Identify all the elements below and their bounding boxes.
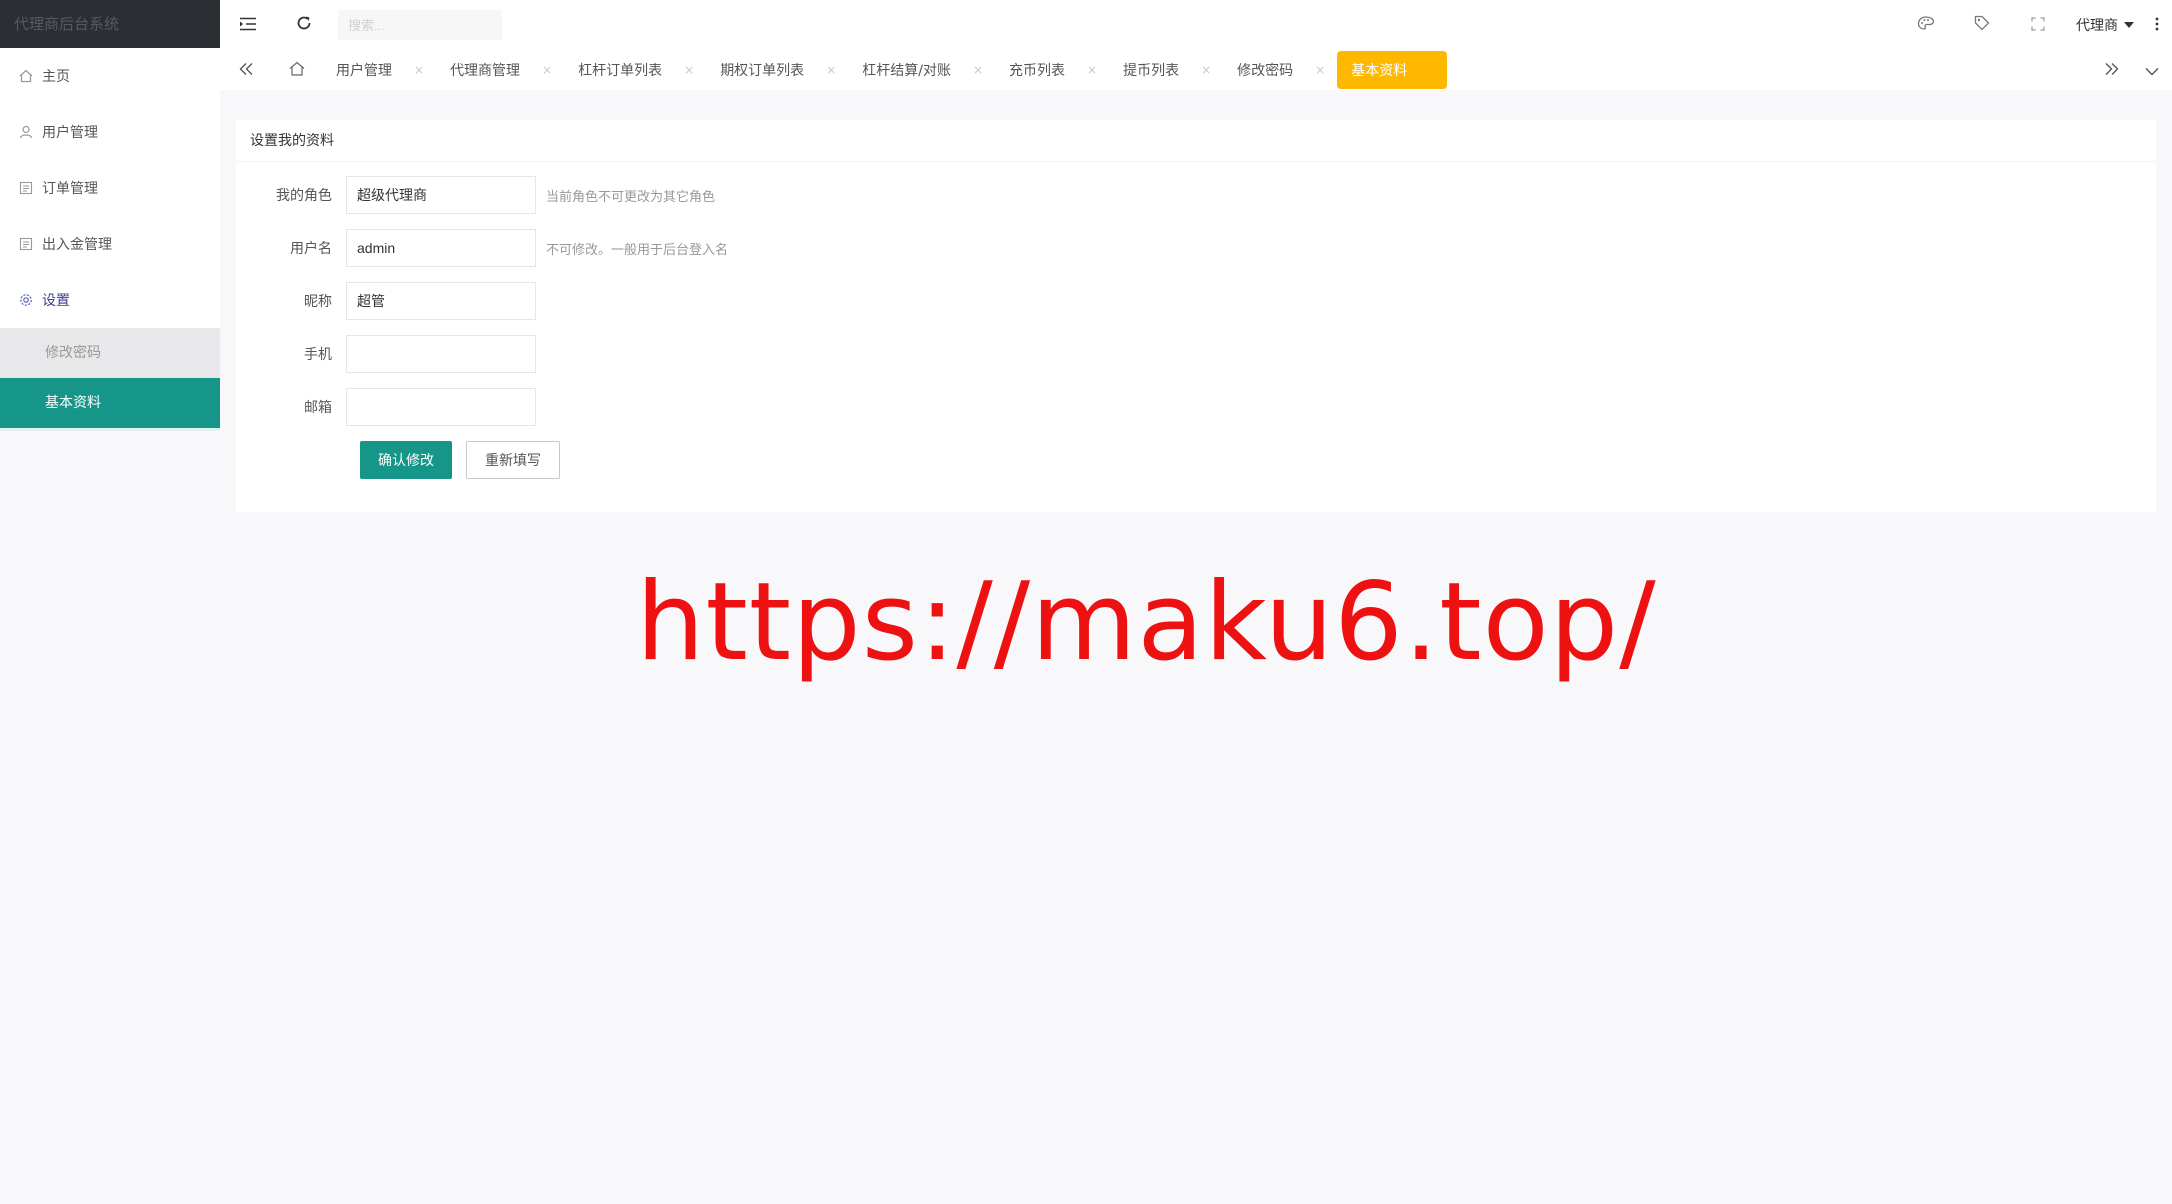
username-label: 用户名 xyxy=(290,241,332,257)
list-icon xyxy=(18,236,34,252)
close-icon[interactable]: × xyxy=(1315,63,1325,77)
tab-label: 用户管理 xyxy=(336,63,392,79)
top-header: 代理商 xyxy=(220,0,2172,50)
tab-label: 修改密码 xyxy=(1237,63,1294,79)
menu-fold-icon xyxy=(239,16,257,35)
tab-label: 提币列表 xyxy=(1123,63,1180,79)
search-input[interactable] xyxy=(338,10,502,40)
tab-change-password[interactable]: 修改密码 × xyxy=(1223,51,1337,89)
phone-field[interactable] xyxy=(346,335,536,373)
sidebar-item-change-password[interactable]: 修改密码 xyxy=(0,328,220,378)
tag-button[interactable] xyxy=(1954,0,2010,50)
sidebar-item-label: 出入金管理 xyxy=(42,237,112,253)
sidebar-item-basic-info[interactable]: 基本资料 xyxy=(0,378,220,428)
sidebar-item-users[interactable]: 用户管理 xyxy=(0,104,220,160)
submit-button[interactable]: 确认修改 xyxy=(360,441,452,479)
home-icon xyxy=(289,61,305,80)
close-icon[interactable]: × xyxy=(414,63,424,77)
tab-label: 杠杆结算/对账 xyxy=(862,63,951,79)
form-row-nickname: 昵称 xyxy=(236,282,2156,320)
refresh-icon xyxy=(296,15,312,35)
tab-deposit-list[interactable]: 充币列表 × xyxy=(995,51,1109,89)
app-logo: 代理商后台系统 xyxy=(0,0,220,48)
header-right: 代理商 xyxy=(1898,0,2172,50)
tab-label: 期权订单列表 xyxy=(720,63,805,79)
theme-button[interactable] xyxy=(1898,0,1954,50)
close-icon[interactable]: × xyxy=(542,63,552,77)
chevron-down-icon xyxy=(2145,61,2159,80)
tabs-dropdown-button[interactable] xyxy=(2132,50,2172,90)
side-menu: 主页 用户管理 订单管理 出入金管理 设置 xyxy=(0,48,220,328)
role-hint: 当前角色不可更改为其它角色 xyxy=(546,189,716,205)
email-label: 邮箱 xyxy=(304,400,332,416)
username-hint: 不可修改。一般用于后台登入名 xyxy=(546,242,729,258)
tab-basic-info[interactable]: 基本资料 xyxy=(1337,51,1448,89)
tab-agent-management[interactable]: 代理商管理 × xyxy=(436,51,564,89)
form-row-email: 邮箱 xyxy=(236,388,2156,426)
form-actions: 确认修改 重新填写 xyxy=(236,441,2156,479)
more-vertical-icon xyxy=(2155,16,2159,35)
more-button[interactable] xyxy=(2142,0,2172,50)
phone-label: 手机 xyxy=(304,347,332,363)
sidebar-item-label: 设置 xyxy=(42,293,70,309)
collapse-sidebar-button[interactable] xyxy=(220,0,276,50)
tab-leverage-settlement[interactable]: 杠杆结算/对账 × xyxy=(848,51,995,89)
tab-option-orders[interactable]: 期权订单列表 × xyxy=(706,51,848,89)
close-icon[interactable]: × xyxy=(973,63,983,77)
user-menu[interactable]: 代理商 xyxy=(2066,15,2142,35)
profile-card: 设置我的资料 我的角色 当前角色不可更改为其它角色 用户名 不可修改。一般用于后… xyxy=(236,120,2156,512)
tab-label: 杠杆订单列表 xyxy=(578,63,663,79)
form-row-username: 用户名 不可修改。一般用于后台登入名 xyxy=(236,229,2156,267)
sidebar-item-label: 用户管理 xyxy=(42,125,98,141)
form-row-phone: 手机 xyxy=(236,335,2156,373)
close-icon[interactable]: × xyxy=(1201,63,1211,77)
form-row-role: 我的角色 当前角色不可更改为其它角色 xyxy=(236,176,2156,214)
settings-submenu: 修改密码 基本资料 xyxy=(0,328,220,431)
role-label: 我的角色 xyxy=(276,188,332,204)
double-chevron-right-icon xyxy=(2104,61,2120,80)
tabs-scroll-right-button[interactable] xyxy=(2092,50,2132,90)
profile-form: 我的角色 当前角色不可更改为其它角色 用户名 不可修改。一般用于后台登入名 昵称… xyxy=(236,162,2156,479)
palette-icon xyxy=(1917,15,1935,35)
list-icon xyxy=(18,180,34,196)
tabs-bar: 用户管理 × 代理商管理 × 杠杆订单列表 × 期权订单列表 × 杠杆结算/对账 × 充币… xyxy=(220,50,2172,90)
sidebar-item-label: 主页 xyxy=(42,69,70,85)
tab-leverage-orders[interactable]: 杠杆订单列表 × xyxy=(564,51,706,89)
reset-button[interactable]: 重新填写 xyxy=(466,441,560,479)
watermark-url: https://maku6.top/ xyxy=(636,560,1657,685)
tabs-scroll-left-button[interactable] xyxy=(220,50,272,90)
tab-label: 基本资料 xyxy=(1351,63,1408,79)
sidebar-item-settings[interactable]: 设置 xyxy=(0,272,220,328)
caret-down-icon xyxy=(2124,22,2134,28)
tab-user-management[interactable]: 用户管理 × xyxy=(322,51,436,89)
tabs-right-controls xyxy=(2092,50,2172,90)
sidebar-item-label: 订单管理 xyxy=(42,181,98,197)
tag-icon xyxy=(1974,15,1990,35)
username-field[interactable] xyxy=(346,229,536,267)
user-icon xyxy=(18,124,34,140)
card-title: 设置我的资料 xyxy=(236,120,2156,162)
nickname-label: 昵称 xyxy=(304,294,332,310)
sidebar-item-orders[interactable]: 订单管理 xyxy=(0,160,220,216)
close-icon[interactable]: × xyxy=(684,63,694,77)
sidebar-item-home[interactable]: 主页 xyxy=(0,48,220,104)
home-icon xyxy=(18,68,34,84)
gear-icon xyxy=(18,292,34,308)
sidebar: 代理商后台系统 主页 用户管理 订单管理 出入金管理 设置 修改密码 基本资料 xyxy=(0,0,220,1204)
close-icon[interactable]: × xyxy=(826,63,836,77)
user-name: 代理商 xyxy=(2076,18,2118,34)
role-field[interactable] xyxy=(346,176,536,214)
tab-label: 代理商管理 xyxy=(450,63,521,79)
tab-home[interactable] xyxy=(272,50,322,90)
double-chevron-left-icon xyxy=(238,61,254,80)
email-field[interactable] xyxy=(346,388,536,426)
sidebar-item-funds[interactable]: 出入金管理 xyxy=(0,216,220,272)
tab-withdraw-list[interactable]: 提币列表 × xyxy=(1109,51,1223,89)
fullscreen-button[interactable] xyxy=(2010,0,2066,50)
refresh-button[interactable] xyxy=(276,0,332,50)
close-icon[interactable]: × xyxy=(1087,63,1097,77)
fullscreen-icon xyxy=(2031,16,2045,35)
nickname-field[interactable] xyxy=(346,282,536,320)
tab-label: 充币列表 xyxy=(1009,63,1066,79)
